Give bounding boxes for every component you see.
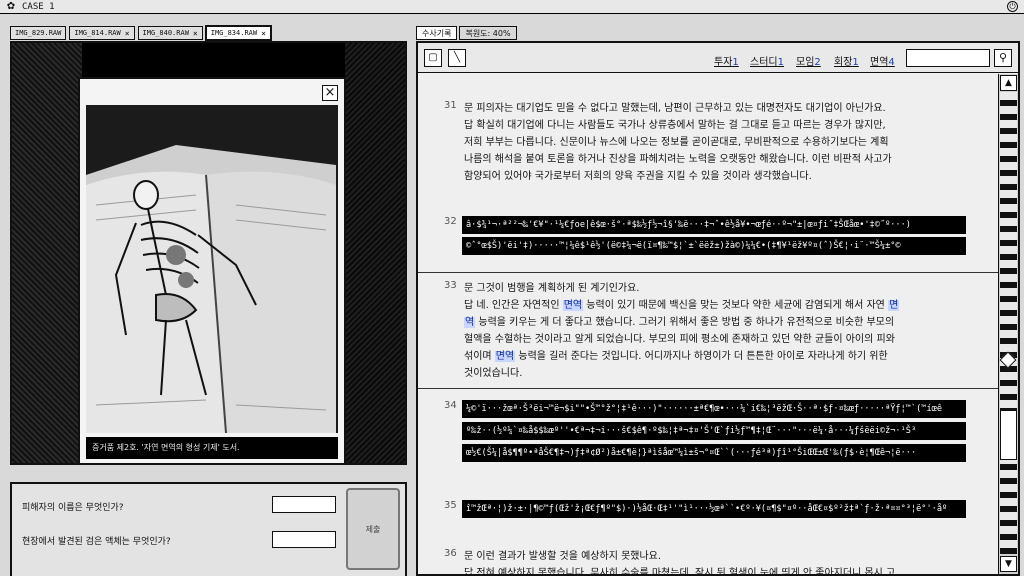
arrow-down-icon[interactable]: ▼ <box>1000 556 1017 572</box>
entry-line: 답 네. 인간은 자연적인 면역 능력이 있기 때문에 백신을 맞는 것보다 약… <box>464 297 966 314</box>
entry-text: 문 피의자는 대기업도 믿을 수 없다고 말했는데, 남편이 근무하고 있는 대… <box>464 103 892 182</box>
file-tab-label: IMG_834.RAW <box>210 29 258 37</box>
entry-text-segment: 능력을 키우는 게 더 좋다고 했습니다. 그러기 위해서 좋은 방법 중 하나… <box>475 317 895 328</box>
entry-line: 문 그것이 범행을 계획하게 된 계기인가요. <box>464 280 966 297</box>
tab-record[interactable]: 수사기록 <box>416 26 458 40</box>
entry-line: 혈액을 수혈하는 것이라고 알게 되었습니다. 부모의 피에 평소에 존재하고 … <box>464 331 966 348</box>
submit-button[interactable]: 제출 <box>346 488 400 570</box>
entry-number: 32 <box>444 216 457 227</box>
answer-2-input[interactable] <box>272 531 336 548</box>
arrow-up-icon[interactable]: ▲ <box>1000 75 1017 91</box>
corrupted-text: î™žŒª·¦)ž·±·|¶©™ƒ(Œž'ž¡Œ€ƒ¶º"$)·)½åŒ·Œ‡¹… <box>462 500 966 518</box>
scroll-thumb[interactable] <box>1000 410 1017 460</box>
close-icon[interactable]: × <box>261 29 266 38</box>
entry-number: 33 <box>444 280 457 291</box>
search-input[interactable] <box>906 49 990 67</box>
entry-text-segment: 답 네. 인간은 자연적인 <box>464 300 563 311</box>
file-tab[interactable]: IMG_829.RAW <box>10 26 67 40</box>
corrupted-text: ¼©'ï···žœª·Š³ëi¬™ë¬$i""•Š™°ž°¦‡¹ê···)"··… <box>462 400 966 418</box>
question-1: 피해자의 이름은 무엇인가? <box>22 503 124 513</box>
file-tab[interactable]: IMG_814.RAW × <box>69 26 135 40</box>
record-panel: 수사기록 복원도: 40% ▢ ╲ 투자1 스터디1 모임2 회장1 면역4 ⚲… <box>414 14 1024 576</box>
keyword-highlight[interactable]: 면역 <box>494 351 516 362</box>
file-tab[interactable]: IMG_840.RAW × <box>137 26 203 40</box>
entry-line: 역 능력을 키우는 게 더 좋다고 했습니다. 그러기 위해서 좋은 방법 중 … <box>464 314 966 331</box>
file-tabs: IMG_829.RAW IMG_814.RAW × IMG_840.RAW × … <box>10 26 271 40</box>
entry-number: 31 <box>444 100 457 111</box>
title-bar: ✿ CASE 1 ⏻ <box>0 0 1024 14</box>
entry-number: 35 <box>444 500 457 511</box>
keyword-highlight[interactable]: 면역 <box>562 300 584 311</box>
power-icon[interactable]: ⏻ <box>1007 1 1018 12</box>
file-tab-label: IMG_829.RAW <box>15 29 62 37</box>
corrupted-text: º‰ž··(½º¼`¤‰å$$‰œº''•€ª¬‡¬i···š€$ê¶·º$‰¦… <box>462 422 966 440</box>
image-viewer: × 증거품 제2호. '자연 면역의 형성 기제' 도서. <box>10 41 407 465</box>
record-toolbar: ▢ ╲ 투자1 스터디1 모임2 회장1 면역4 ⚲ <box>418 43 1018 73</box>
entry-text-segment: 섞이며 <box>464 351 495 362</box>
answer-1-input[interactable] <box>272 496 336 513</box>
entry-number: 34 <box>444 400 457 411</box>
entry-text: 문 그것이 범행을 계획하게 된 계기인가요. 답 네. 인간은 자연적인 면역 … <box>464 280 966 382</box>
scrollbar[interactable]: ▲ ▼ <box>998 74 1018 574</box>
keyword-highlight[interactable]: 역 <box>464 317 476 328</box>
scroll-track[interactable] <box>1000 92 1017 554</box>
keyword-highlight[interactable]: 면 <box>888 300 900 311</box>
image-caption: 증거품 제2호. '자연 면역의 형성 기제' 도서. <box>86 437 338 459</box>
keyword-link[interactable]: 모임2 <box>796 53 821 68</box>
evidence-panel: IMG_829.RAW IMG_814.RAW × IMG_840.RAW × … <box>0 14 414 576</box>
file-tab-active[interactable]: IMG_834.RAW × <box>205 26 271 40</box>
evidence-card: × 증거품 제2호. '자연 면역의 형성 기제' 도서. <box>78 77 346 463</box>
keyword-link[interactable]: 면역4 <box>870 53 895 68</box>
background-scene <box>345 43 405 463</box>
search-icon[interactable]: ⚲ <box>994 49 1012 67</box>
record-body: ▢ ╲ 투자1 스터디1 모임2 회장1 면역4 ⚲ 31 문 피의자는 대기업… <box>416 41 1020 576</box>
gear-icon: ✿ <box>6 1 16 12</box>
divider <box>418 388 998 389</box>
entry-text-segment: 것이었습니다. <box>464 368 523 379</box>
record-tabs: 수사기록 복원도: 40% <box>416 26 517 40</box>
keyword-link[interactable]: 회장1 <box>834 53 859 68</box>
entry-text-segment: 혈액을 수혈하는 것이라고 알게 되었습니다. 부모의 피에 평소에 존재하고 … <box>464 334 895 345</box>
background-scene <box>12 43 82 463</box>
book-skeleton-illustration <box>86 105 338 433</box>
file-tab-label: IMG_840.RAW <box>142 29 189 37</box>
corrupted-text: œ½€(Š¼|å$¶¶º•ªåŠ€¶‡¬)ƒ‡ª¢Ø²)å±€¶ë¦}ªìšåœ… <box>462 444 966 462</box>
close-icon[interactable]: × <box>193 29 198 38</box>
restore-progress: 복원도: 40% <box>459 26 517 40</box>
app-title: CASE 1 <box>22 1 55 12</box>
entry-text-segment: 문 그것이 범행을 계획하게 된 계기인가요. <box>464 283 640 294</box>
entry-text-segment: 능력을 길러 준다는 것입니다. 어디까지나 하영이가 더 튼튼한 아이로 자라… <box>515 351 888 362</box>
close-icon[interactable]: × <box>125 29 130 38</box>
entry-number: 36 <box>444 548 457 559</box>
question-panel: 피해자의 이름은 무엇인가? 현장에서 발견된 검은 액체는 무엇인가? 제출 <box>10 482 407 576</box>
entry-line: 섞이며 면역 능력을 길러 준다는 것입니다. 어디까지나 하영이가 더 튼튼한… <box>464 348 966 365</box>
entry-text: 문 이런 결과가 발생할 것을 예상하지 못했나요. 답 전혀 예상하지 못했습… <box>464 551 896 574</box>
pen-icon[interactable]: ╲ <box>448 49 466 67</box>
file-tab-label: IMG_814.RAW <box>74 29 121 37</box>
keyword-link[interactable]: 스터디1 <box>750 53 784 68</box>
entry-text-segment: 능력이 있기 때문에 백신을 맞는 것보다 약한 세균에 감염되게 해서 자연 <box>583 300 889 311</box>
keyword-link[interactable]: 투자1 <box>714 53 739 68</box>
note-icon[interactable]: ▢ <box>424 49 442 67</box>
record-content: 31 문 피의자는 대기업도 믿을 수 없다고 말했는데, 남편이 근무하고 있… <box>418 74 998 574</box>
divider <box>418 272 998 273</box>
corrupted-text: ©ˆ°œ$Š)'ëi'‡)·····™¦¼ê$¹ê½'(ë©‡¼¬ë(ï¤¶‰™… <box>462 237 966 255</box>
close-icon[interactable]: × <box>322 85 338 101</box>
entry-line: 것이었습니다. <box>464 365 966 382</box>
question-2: 현장에서 발견된 검은 액체는 무엇인가? <box>22 537 171 547</box>
corrupted-text: â·$¾¹¬·ª²²¬‰'€¥"·¹¼€ƒoe|ê$œ·š°·ª$‰½ƒ½¬î§… <box>462 216 966 234</box>
